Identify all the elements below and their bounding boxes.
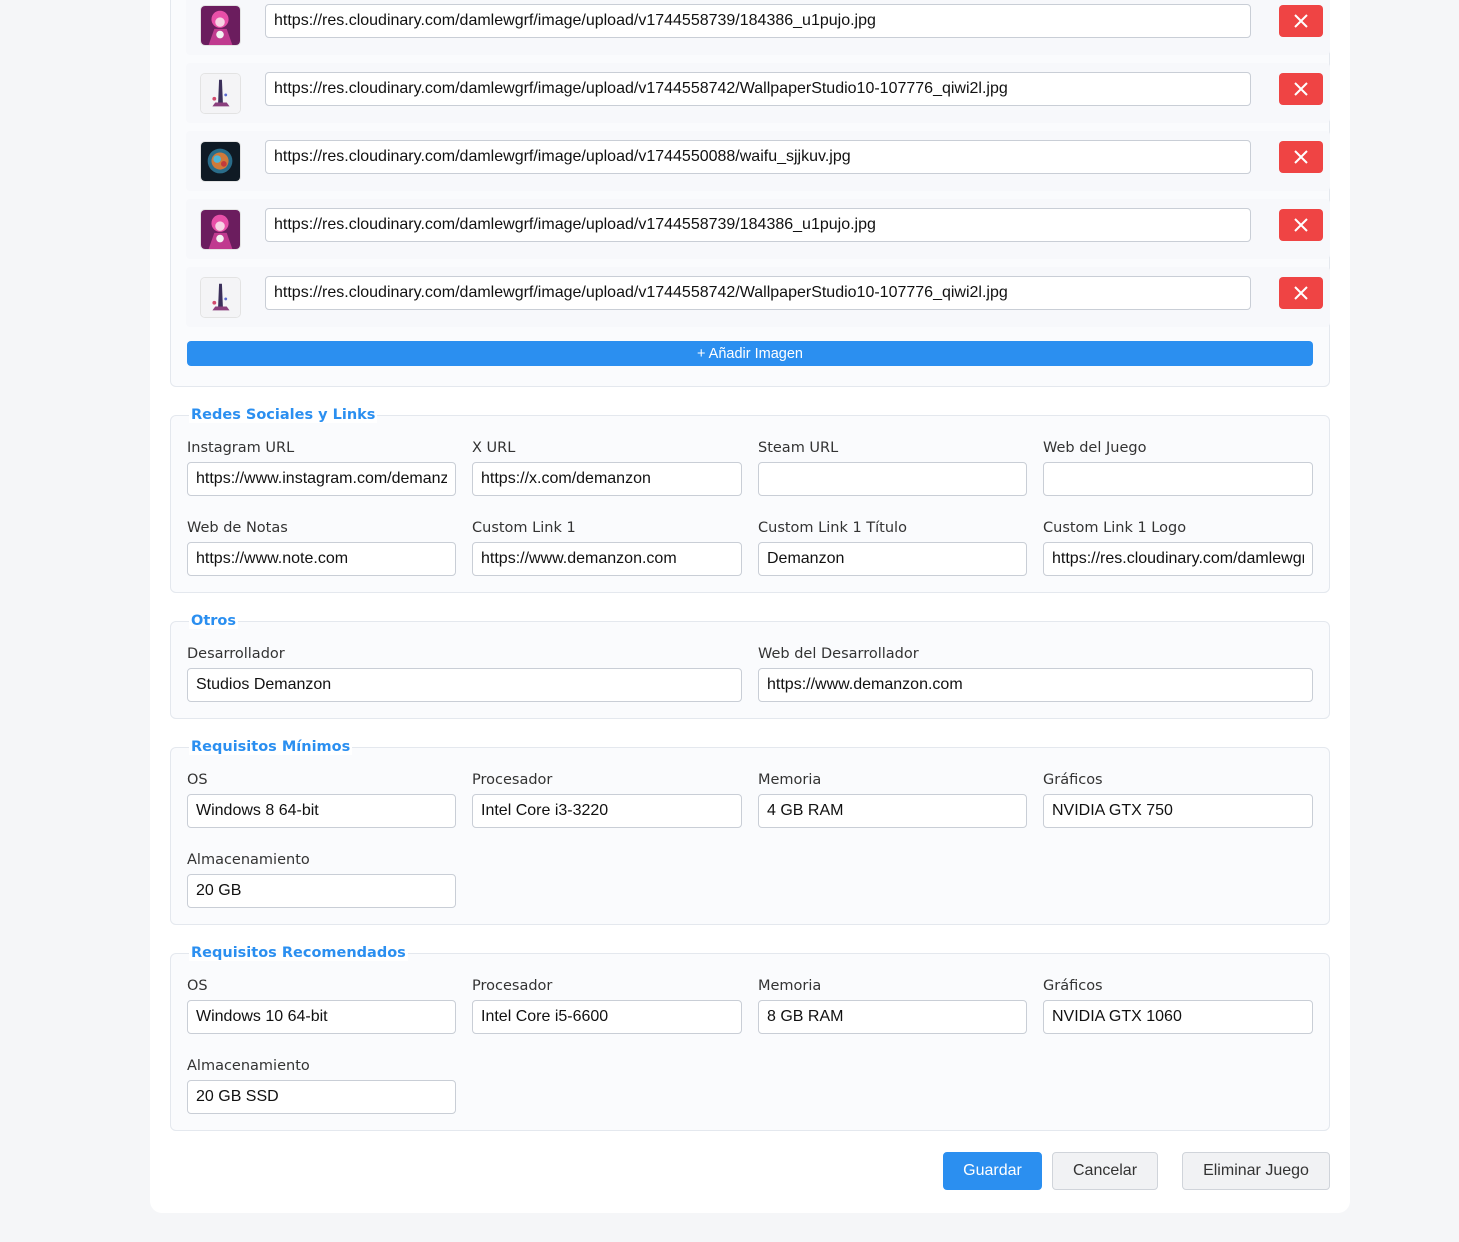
delete-image-button[interactable] [1279,209,1323,241]
delete-image-button[interactable] [1279,277,1323,309]
min-os-input[interactable] [187,794,456,828]
delete-image-button[interactable] [1279,5,1323,37]
rec-graphics-label: Gráficos [1043,978,1103,994]
close-x-icon [1294,14,1308,28]
close-x-icon [1294,286,1308,300]
notes-web-label: Web de Notas [187,520,288,536]
gallery-row [186,131,1330,191]
developer-web-label: Web del Desarrollador [758,646,919,662]
image-url-input[interactable] [265,140,1251,174]
close-x-icon [1294,82,1308,96]
developer-label: Desarrollador [187,646,285,662]
section-title: Otros [189,613,239,629]
custom-link-1-logo-label: Custom Link 1 Logo [1043,520,1187,536]
image-url-input[interactable] [265,208,1251,242]
rec-os-label: OS [187,978,208,994]
custom-link-1-label: Custom Link 1 [472,520,576,536]
min-memory-label: Memoria [758,772,822,788]
min-os-label: OS [187,772,208,788]
section-title: Requisitos Recomendados [189,945,408,961]
section-title: Redes Sociales y Links [189,407,378,423]
steam-url-label: Steam URL [758,440,839,456]
developer-web-input[interactable] [758,668,1313,702]
min-memory-input[interactable] [758,794,1027,828]
close-x-icon [1294,218,1308,232]
notes-web-input[interactable] [187,542,456,576]
anime-girl-pink-thumbnail [200,209,241,250]
gallery-row [186,267,1330,327]
gallery-row [186,63,1330,123]
custom-link-1-title-label: Custom Link 1 Título [758,520,907,536]
add-image-button[interactable]: + Añadir Imagen [187,341,1313,366]
rec-memory-label: Memoria [758,978,822,994]
rec-memory-input[interactable] [758,1000,1027,1034]
custom-link-1-input[interactable] [472,542,742,576]
gallery-row [186,0,1330,55]
min-graphics-label: Gráficos [1043,772,1103,788]
image-url-input[interactable] [265,4,1251,38]
rec-storage-label: Almacenamiento [187,1058,310,1074]
custom-link-1-title-input[interactable] [758,542,1027,576]
game-web-label: Web del Juego [1043,440,1147,456]
image-url-input[interactable] [265,72,1251,106]
x-url-label: X URL [472,440,516,456]
rec-os-input[interactable] [187,1000,456,1034]
instagram-label: Instagram URL [187,440,295,456]
gallery-row [186,199,1330,259]
image-gallery-section [170,0,1330,387]
rec-storage-input[interactable] [187,1080,456,1114]
cancel-button[interactable]: Cancelar [1052,1152,1158,1190]
min-storage-input[interactable] [187,874,456,908]
instagram-input[interactable] [187,462,456,496]
rec-cpu-input[interactable] [472,1000,742,1034]
anime-girl-pink-thumbnail [200,5,241,46]
delete-image-button[interactable] [1279,73,1323,105]
x-url-input[interactable] [472,462,742,496]
min-graphics-input[interactable] [1043,794,1313,828]
game-web-input[interactable] [1043,462,1313,496]
min-storage-label: Almacenamiento [187,852,310,868]
min-cpu-label: Procesador [472,772,553,788]
figure-wallpaper-thumbnail [200,73,241,114]
delete-game-button[interactable]: Eliminar Juego [1182,1152,1330,1190]
developer-input[interactable] [187,668,742,702]
dark-orb-thumbnail [200,141,241,182]
close-x-icon [1294,150,1308,164]
image-url-input[interactable] [265,276,1251,310]
save-button[interactable]: Guardar [943,1152,1042,1190]
custom-link-1-logo-input[interactable] [1043,542,1313,576]
rec-graphics-input[interactable] [1043,1000,1313,1034]
delete-image-button[interactable] [1279,141,1323,173]
section-title: Requisitos Mínimos [189,739,353,755]
rec-cpu-label: Procesador [472,978,553,994]
figure-wallpaper-thumbnail [200,277,241,318]
min-cpu-input[interactable] [472,794,742,828]
steam-url-input[interactable] [758,462,1027,496]
